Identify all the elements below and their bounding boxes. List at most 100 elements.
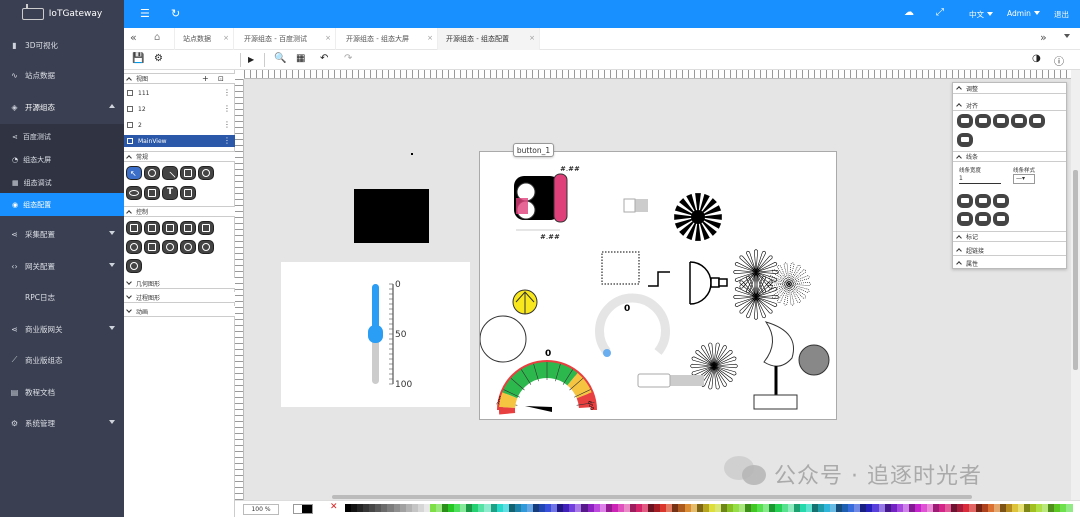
line-style-button[interactable] — [975, 212, 991, 226]
import-page-icon[interactable]: ⊡ — [218, 75, 224, 83]
zoom-icon[interactable]: 🔍 — [274, 53, 286, 64]
submenu-item-config[interactable]: ◉ 组态配置 — [0, 193, 124, 216]
align-left-button[interactable] — [957, 114, 973, 128]
pen-tool[interactable] — [144, 166, 160, 180]
pipe-shape[interactable] — [553, 173, 568, 223]
wire-flower-shape[interactable] — [733, 274, 779, 320]
align-middle-button[interactable] — [1029, 114, 1045, 128]
select-tool[interactable]: ↖ — [126, 166, 142, 180]
canvas-scrollbar[interactable] — [1071, 70, 1080, 500]
image-tool[interactable] — [180, 186, 196, 200]
dot-shape[interactable] — [411, 153, 413, 155]
line-style-button[interactable] — [957, 194, 973, 208]
animation-section-header[interactable]: 动画 — [124, 306, 235, 317]
gray-ball-shape[interactable] — [798, 344, 830, 376]
more-icon[interactable]: ⋮ — [223, 120, 231, 129]
ellipse-tool[interactable] — [126, 186, 142, 200]
slider-thumb[interactable] — [368, 325, 383, 343]
submenu-item-baidu-test[interactable]: ⋖ 百度测试 — [0, 125, 124, 148]
submenu-item-debug[interactable]: ▦ 组态调试 — [0, 171, 124, 194]
views-section-header[interactable]: 视图 + ⊡ — [124, 73, 235, 84]
circle-tool[interactable] — [198, 166, 214, 180]
zoom-level[interactable]: 100 % — [243, 504, 279, 515]
geometry-section-header[interactable]: 几何图形 — [124, 278, 235, 289]
more-icon[interactable]: ⋮ — [223, 88, 231, 97]
line-section-header[interactable]: 线条 — [953, 151, 1066, 162]
wire-flower-shape[interactable] — [767, 262, 811, 306]
home-icon[interactable]: ⌂ — [154, 32, 160, 43]
more-icon[interactable]: ⋮ — [223, 104, 231, 113]
tab-dashboard[interactable]: 开源组态 - 组态大屏 × — [338, 28, 438, 50]
tabs-scroll-right-icon[interactable]: » — [1040, 31, 1047, 44]
general-section-header[interactable]: 常规 — [124, 151, 235, 162]
control-tool[interactable] — [126, 259, 142, 273]
user-dropdown[interactable]: Admin — [1007, 9, 1040, 18]
color-palette[interactable] — [345, 504, 1073, 512]
line-style-button[interactable] — [975, 194, 991, 208]
fullscreen-icon[interactable]: ⤢ — [936, 7, 944, 18]
control-section-header[interactable]: 控制 — [124, 206, 235, 217]
save-icon[interactable]: 💾 — [132, 53, 144, 64]
contrast-icon[interactable]: ◑ — [1032, 53, 1041, 64]
control-tool[interactable] — [162, 221, 178, 235]
path-tool[interactable] — [144, 186, 160, 200]
adjust-section-header[interactable]: 调整 — [953, 83, 1066, 94]
page-item[interactable]: 12 ⋮ — [124, 103, 235, 115]
align-right-button[interactable] — [993, 114, 1009, 128]
circle-shape[interactable] — [479, 315, 527, 363]
page-item[interactable]: 2 ⋮ — [124, 119, 235, 131]
language-dropdown[interactable]: 中文 — [969, 9, 993, 20]
undo-icon[interactable]: ↶ — [320, 53, 328, 64]
control-tool[interactable] — [162, 240, 178, 254]
tabs-scroll-left-icon[interactable]: « — [130, 31, 137, 44]
page-item-mainview[interactable]: MainView ⋮ — [124, 135, 235, 147]
play-icon[interactable]: ▶ — [248, 55, 254, 64]
control-tool[interactable] — [144, 221, 160, 235]
control-tool[interactable] — [144, 240, 160, 254]
line-tool[interactable] — [162, 166, 178, 183]
theme-icon[interactable]: ☁ — [904, 7, 914, 18]
sidebar-item-site-data[interactable]: ∿ 站点数据 — [0, 61, 124, 89]
add-page-icon[interactable]: + — [202, 74, 209, 83]
line-style-button[interactable] — [957, 212, 973, 226]
refresh-icon[interactable]: ↻ — [171, 7, 180, 20]
close-icon[interactable]: × — [325, 34, 331, 42]
rect-tool[interactable] — [180, 166, 196, 180]
sidebar-item-commercial-gateway[interactable]: ⋖ 商业版网关 — [0, 315, 124, 343]
page-item[interactable]: 111 ⋮ — [124, 87, 235, 99]
wire-flower-shape[interactable] — [733, 249, 779, 295]
process-section-header[interactable]: 过程图形 — [124, 292, 235, 303]
control-tool[interactable] — [198, 240, 214, 254]
line-style-select[interactable]: —▾ — [1013, 174, 1035, 184]
h-scrollbar[interactable] — [332, 495, 972, 499]
main-view-frame[interactable]: #.## #.## 0 0 200 600 — [479, 151, 837, 420]
no-color-icon[interactable]: ✕ — [330, 502, 338, 512]
motor-symbol[interactable] — [648, 261, 728, 305]
sidebar-item-docs[interactable]: ▤ 教程文档 — [0, 378, 124, 406]
vertical-slider-widget[interactable]: 0 50 100 — [281, 262, 470, 407]
control-tool[interactable] — [198, 221, 214, 235]
logout-link[interactable]: 退出 — [1054, 9, 1069, 20]
close-icon[interactable]: × — [223, 34, 229, 42]
label-section-header[interactable]: 标记 — [953, 231, 1066, 242]
align-bottom-button[interactable] — [957, 133, 973, 147]
crescent-shape[interactable] — [763, 321, 794, 367]
tabs-menu-caret-icon[interactable] — [1064, 34, 1070, 38]
sidebar-item-system[interactable]: ⚙ 系统管理 — [0, 409, 124, 437]
control-tool[interactable] — [126, 240, 142, 254]
submenu-item-dashboard[interactable]: ◔ 组态大屏 — [0, 148, 124, 171]
link-section-header[interactable]: 超链接 — [953, 245, 1066, 256]
help-icon[interactable]: ⓘ — [1054, 53, 1064, 68]
line-style-button[interactable] — [993, 194, 1009, 208]
black-rect-shape[interactable] — [354, 189, 429, 243]
settings-gear-icon[interactable]: ⚙ — [154, 53, 163, 64]
sidebar-item-collect-config[interactable]: ⋖ 采集配置 — [0, 220, 124, 248]
tab-baidu-test[interactable]: 开源组态 - 百度测试 × — [236, 28, 336, 50]
app-logo[interactable]: IoTGateway — [0, 0, 124, 28]
align-section-header[interactable]: 对齐 — [953, 100, 1066, 111]
line-style-button[interactable] — [993, 212, 1009, 226]
dotted-rect-shape[interactable] — [601, 251, 640, 285]
close-icon[interactable]: × — [427, 34, 433, 42]
redo-icon[interactable]: ↷ — [344, 53, 352, 64]
sidebar-item-rpc-log[interactable]: RPC日志 — [0, 283, 124, 311]
